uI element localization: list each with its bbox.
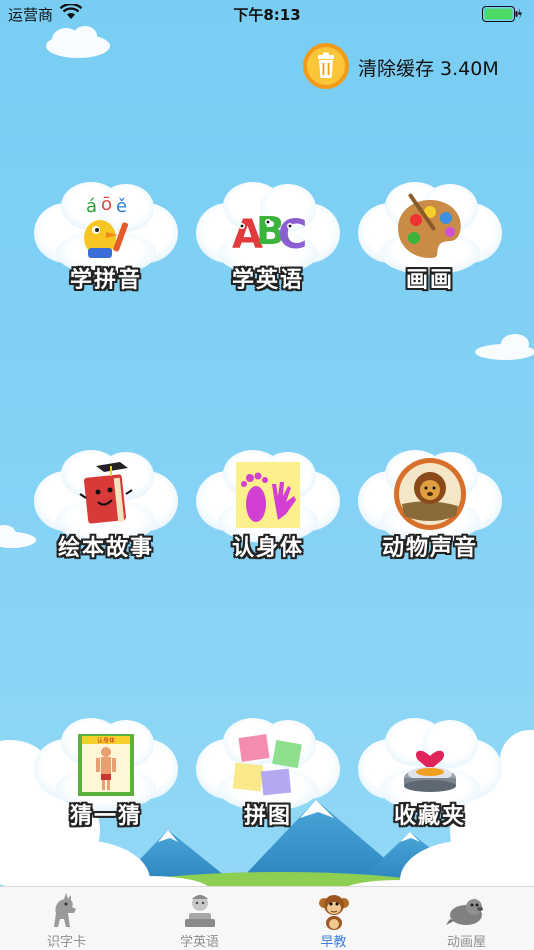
body-chart-icon: 认身体: [78, 734, 134, 796]
tab-early-education[interactable]: 早教: [267, 887, 400, 950]
menu-item-label: 收藏夹: [393, 804, 466, 829]
svg-text:认身体: 认身体: [97, 737, 115, 745]
menu-item-storybook[interactable]: 绘本故事: [31, 446, 181, 586]
monkey-icon: [319, 895, 349, 930]
tab-flashcards[interactable]: 识字卡: [0, 887, 133, 950]
lion-icon: [394, 458, 466, 530]
heart-box-icon: [404, 750, 456, 792]
pinyin-bird-icon: á ō ě: [84, 194, 129, 258]
menu-item-animal-sounds[interactable]: 动物声音: [355, 446, 505, 586]
tab-label: 学英语: [179, 935, 219, 950]
abc-letters-icon: A B C: [232, 209, 307, 258]
tab-english[interactable]: 学英语: [133, 887, 266, 950]
clear-cache-label: 清除缓存 3.40M: [358, 58, 499, 80]
svg-text:ě: ě: [116, 196, 127, 217]
tab-label: 识字卡: [46, 935, 86, 950]
battery-icon: [482, 6, 522, 22]
tab-label: 动画屋: [446, 935, 486, 950]
hand-foot-icon: [236, 462, 300, 528]
status-time: 下午8:13: [233, 6, 301, 24]
status-bar: 运营商 下午8:13: [0, 0, 534, 28]
dinosaur-icon: [54, 893, 76, 927]
puzzle-icon: [232, 734, 302, 796]
tab-animation[interactable]: 动画屋: [400, 887, 533, 950]
storybook-icon: [79, 462, 133, 524]
paint-palette-icon: [398, 193, 461, 258]
menu-item-label: 动物声音: [381, 536, 478, 561]
trash-icon: [303, 43, 349, 89]
menu-item-favorites[interactable]: 收藏夹: [355, 714, 505, 854]
menu-item-body[interactable]: 认身体: [193, 446, 343, 586]
tab-label: 早教: [320, 935, 347, 950]
tab-bar: 识字卡 学英语 早教 动画屋: [0, 886, 534, 950]
menu-item-english[interactable]: A B C 学英语: [193, 178, 343, 318]
menu-item-pinyin[interactable]: á ō ě 学拼音: [31, 178, 181, 318]
menu-item-label: 画画: [405, 268, 454, 293]
svg-text:á: á: [86, 196, 97, 217]
svg-text:C: C: [278, 212, 307, 258]
menu-item-guess[interactable]: 认身体 猜一猜: [31, 714, 181, 854]
reading-child-icon: [185, 895, 215, 927]
seal-icon: [446, 899, 483, 925]
menu-item-drawing[interactable]: 画画: [355, 178, 505, 318]
clear-cache-button[interactable]: 清除缓存 3.40M: [302, 42, 524, 90]
menu-item-puzzle[interactable]: 拼图: [193, 714, 343, 854]
svg-text:ō: ō: [101, 194, 112, 215]
